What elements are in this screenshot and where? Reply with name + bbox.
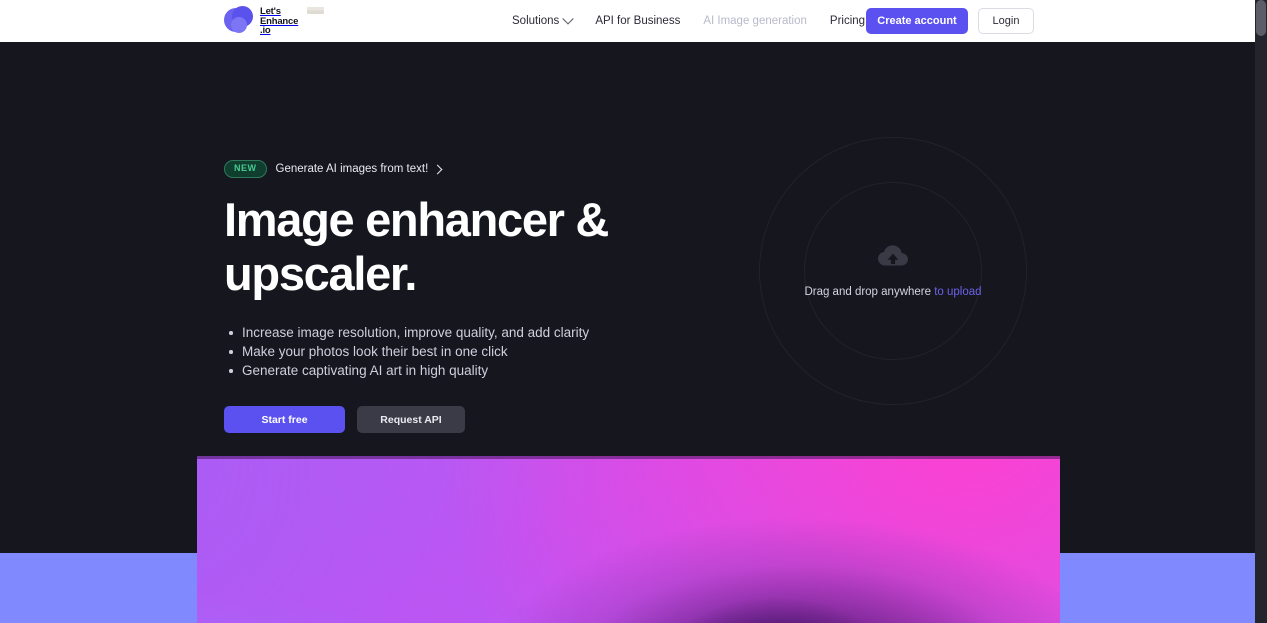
artwork-gradient-highlight: [197, 456, 1060, 623]
nav-item-label: Solutions: [512, 15, 560, 27]
dropzone-label: Drag and drop anywhere to upload: [743, 286, 1043, 298]
dropzone-upload-link[interactable]: to upload: [934, 286, 981, 298]
hero-showcase-image: [197, 456, 1060, 623]
chevron-down-icon: [562, 13, 574, 25]
nav-item-label: AI Image generation: [703, 15, 807, 27]
nav-item-label: Pricing: [829, 15, 866, 27]
nav-item-ai-image-generation[interactable]: AI Image generation: [703, 15, 807, 27]
vertical-scrollbar-track[interactable]: [1255, 0, 1267, 623]
hero-announcement: NEW Generate AI images from text!: [224, 160, 744, 178]
announcement-label: Generate AI images from text!: [275, 163, 429, 175]
site-header: Let's Enhance .io Solutions API for Busi…: [0, 0, 1255, 42]
language-flag-icon: [307, 7, 325, 14]
artwork-top-edge: [197, 456, 1060, 459]
hero-cta-group: Start free Request API: [224, 406, 744, 433]
request-api-button[interactable]: Request API: [357, 406, 465, 433]
start-free-button[interactable]: Start free: [224, 406, 345, 433]
dropzone-content: Drag and drop anywhere to upload: [743, 244, 1043, 298]
cloud-upload-icon: [878, 245, 908, 266]
nav-item-label: API for Business: [595, 15, 681, 27]
page-root: Let's Enhance .io Solutions API for Busi…: [0, 0, 1267, 623]
announcement-link[interactable]: Generate AI images from text!: [275, 163, 443, 175]
nav-item-solutions[interactable]: Solutions: [512, 13, 574, 27]
hero-section: NEW Generate AI images from text! Image …: [0, 42, 1267, 456]
primary-nav: Solutions API for Business AI Image gene…: [512, 0, 911, 42]
upload-dropzone[interactable]: Drag and drop anywhere to upload: [759, 137, 1027, 405]
new-badge: NEW: [224, 160, 267, 178]
chevron-right-icon: [432, 164, 443, 174]
list-item: Increase image resolution, improve quali…: [224, 323, 744, 342]
logo-wordmark: Let's Enhance .io: [260, 5, 299, 37]
dropzone-label-main: Drag and drop anywhere: [804, 286, 932, 298]
list-item: Make your photos look their best in one …: [224, 342, 744, 361]
logo-link[interactable]: Let's Enhance .io: [224, 4, 325, 38]
page-title: Image enhancer & upscaler.: [224, 193, 609, 300]
create-account-button[interactable]: Create account: [866, 8, 968, 34]
list-item: Generate captivating AI art in high qual…: [224, 361, 744, 380]
vertical-scrollbar-thumb[interactable]: [1256, 0, 1266, 36]
nav-item-api-for-business[interactable]: API for Business: [595, 15, 680, 27]
login-button[interactable]: Login: [978, 8, 1034, 34]
hero-copy: NEW Generate AI images from text! Image …: [224, 160, 744, 433]
nav-item-pricing[interactable]: Pricing: [830, 15, 865, 27]
logo-icon: [224, 6, 254, 36]
hero-feature-list: Increase image resolution, improve quali…: [224, 323, 744, 380]
